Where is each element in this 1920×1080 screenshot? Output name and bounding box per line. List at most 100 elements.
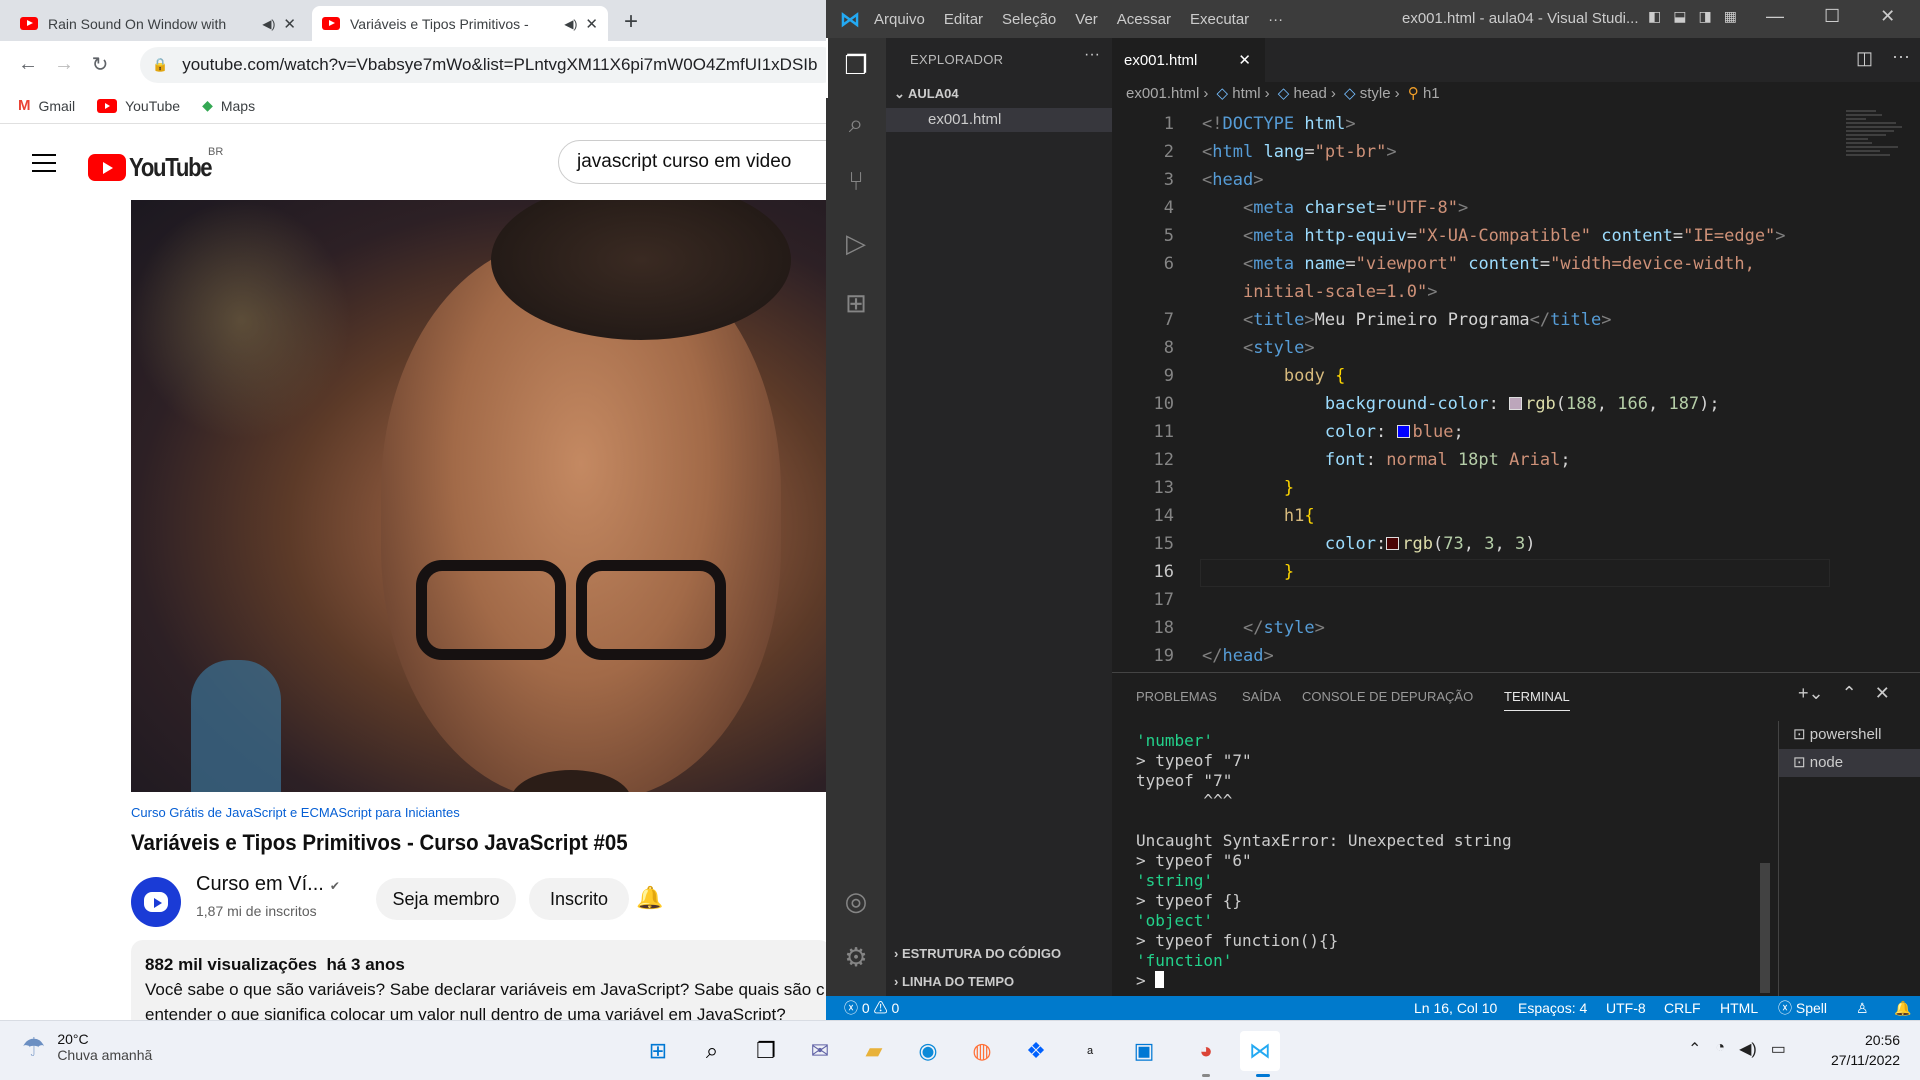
bell-icon[interactable]: 🔔 <box>636 885 663 911</box>
close-panel-icon[interactable]: ✕ <box>1875 683 1890 704</box>
customize-layout-icon[interactable]: ▦ <box>1724 8 1737 25</box>
battery-icon[interactable]: ▭ <box>1771 1039 1786 1059</box>
maximize-panel-icon[interactable]: ⌃ <box>1842 683 1857 704</box>
editor-tab-ex001[interactable]: ex001.html ✕ <box>1112 38 1265 82</box>
explorer-icon[interactable]: ❐ <box>836 50 876 81</box>
speaker-icon[interactable]: ◀) <box>564 17 577 31</box>
editor-more-icon[interactable]: ··· <box>1892 46 1910 67</box>
chevron-up-icon[interactable]: ⌃ <box>1688 1039 1701 1059</box>
forward-icon[interactable]: → <box>46 53 82 76</box>
cursor-position[interactable]: Ln 16, Col 10 <box>1414 996 1497 1020</box>
dropbox-icon[interactable]: ❖ <box>1016 1031 1056 1071</box>
search-icon[interactable]: ⌕ <box>836 108 876 140</box>
menu-selecao[interactable]: Seleção <box>1002 11 1056 28</box>
breadcrumb-style[interactable]: style <box>1360 85 1391 102</box>
terminal-scrollbar[interactable] <box>1760 863 1770 993</box>
description-box[interactable]: 882 mil visualizações há 3 anos Você sab… <box>131 940 826 1020</box>
reload-icon[interactable]: ↻ <box>82 52 118 77</box>
notifications-icon[interactable]: 🔔 <box>1894 996 1911 1020</box>
browser-tab-variaveis[interactable]: Variáveis e Tipos Primitivos - ◀) ✕ <box>312 6 608 41</box>
code-editor[interactable]: 1 <!DOCTYPE html> 2 <html lang="pt-br"> 3 <he… <box>1112 110 1920 672</box>
address-bar[interactable]: 🔒 youtube.com/watch?v=Vbabsye7mWo&list=P… <box>140 47 826 83</box>
channel-avatar[interactable] <box>131 877 181 927</box>
menu-arquivo[interactable]: Arquivo <box>874 11 925 28</box>
problems-status[interactable]: ⓧ 0 ⚠ 0 <box>844 996 899 1020</box>
teams-chat-icon[interactable]: ✉ <box>800 1031 840 1071</box>
menu-icon[interactable] <box>32 154 56 178</box>
terminal-output[interactable]: 'number' > typeof "7" typeof "7" ^^^ Uncau… <box>1136 731 1776 991</box>
back-icon[interactable]: ← <box>10 53 46 76</box>
wifi-icon[interactable]: ◔ <box>1715 1039 1725 1059</box>
language-mode[interactable]: HTML <box>1720 996 1758 1020</box>
playlist-link[interactable]: Curso Grátis de JavaScript e ECMAScript … <box>131 805 826 820</box>
tab-terminal[interactable]: TERMINAL <box>1504 689 1570 711</box>
file-explorer-icon[interactable]: ▰ <box>854 1031 894 1071</box>
file-ex001[interactable]: ex001.html <box>886 108 1112 132</box>
bookmark-youtube[interactable]: YouTube <box>97 98 180 114</box>
breadcrumb-html[interactable]: html <box>1232 85 1260 102</box>
chrome-icon[interactable]: ◕ <box>1186 1031 1226 1071</box>
toggle-sidebar-icon[interactable]: ◧ <box>1648 8 1661 25</box>
breadcrumb-h1[interactable]: h1 <box>1423 85 1440 102</box>
run-debug-icon[interactable]: ▷ <box>836 228 876 259</box>
menu-executar[interactable]: Executar <box>1190 11 1249 28</box>
youtube-logo[interactable]: YouTube BR <box>88 146 226 183</box>
terminal-node[interactable]: ⊡ node <box>1779 749 1920 777</box>
menu-acessar[interactable]: Acessar <box>1117 11 1171 28</box>
menu-ver[interactable]: Ver <box>1075 11 1098 28</box>
extensions-icon[interactable]: ⊞ <box>836 288 876 319</box>
search-input[interactable]: javascript curso em video <box>558 140 826 184</box>
video-player[interactable] <box>131 200 826 792</box>
outline-section[interactable]: › ESTRUTURA DO CÓDIGO <box>894 946 1061 961</box>
minimize-icon[interactable]: — <box>1766 6 1784 27</box>
tab-saida[interactable]: SAÍDA <box>1242 689 1281 704</box>
weather-widget[interactable]: ☂ 20°C Chuva amanhã <box>22 1031 152 1063</box>
task-view-icon[interactable]: ❐ <box>746 1031 786 1071</box>
join-button[interactable]: Seja membro <box>376 878 516 920</box>
tab-problemas[interactable]: PROBLEMAS <box>1136 689 1217 704</box>
close-editor-icon[interactable]: ✕ <box>1238 51 1251 69</box>
terminal-powershell[interactable]: ⊡ powershell <box>1779 721 1920 749</box>
breadcrumb-head[interactable]: head <box>1294 85 1327 102</box>
clock[interactable]: 20:56 27/11/2022 <box>1810 1030 1900 1070</box>
line-ending[interactable]: CRLF <box>1664 996 1701 1020</box>
amazon-icon[interactable]: a <box>1070 1031 1110 1071</box>
edge-icon[interactable]: ◉ <box>908 1031 948 1071</box>
close-window-icon[interactable]: ✕ <box>1880 6 1895 27</box>
search-taskbar-icon[interactable]: ⌕ <box>692 1031 732 1071</box>
tab-console-depuracao[interactable]: CONSOLE DE DEPURAÇÃO <box>1302 689 1473 704</box>
toggle-secondary-sidebar-icon[interactable]: ◨ <box>1698 8 1711 25</box>
settings-gear-icon[interactable]: ⚙ <box>836 942 876 973</box>
start-icon[interactable]: ⊞ <box>638 1031 678 1071</box>
firefox-icon[interactable]: ◍ <box>962 1031 1002 1071</box>
speaker-icon[interactable]: ◀) <box>262 17 275 31</box>
new-tab-button[interactable]: + <box>624 8 638 36</box>
more-actions-icon[interactable]: ··· <box>1084 46 1100 64</box>
feedback-icon[interactable]: ♙ <box>1856 996 1869 1020</box>
maximize-icon[interactable]: ☐ <box>1824 6 1840 27</box>
bookmark-maps[interactable]: ◆ Maps <box>202 97 255 114</box>
split-editor-icon[interactable]: ◫ <box>1856 48 1873 69</box>
timeline-section[interactable]: › LINHA DO TEMPO <box>894 974 1014 989</box>
new-terminal-icon[interactable]: +⌄ <box>1798 683 1824 704</box>
subscribed-button[interactable]: Inscrito <box>529 878 629 920</box>
menu-editar[interactable]: Editar <box>944 11 983 28</box>
vscode-taskbar-icon[interactable]: ⋈ <box>1240 1031 1280 1071</box>
volume-icon[interactable]: ◀) <box>1739 1039 1757 1059</box>
browser-tab-rain-sound[interactable]: Rain Sound On Window with ◀) ✕ <box>10 6 306 41</box>
close-tab-icon[interactable]: ✕ <box>585 15 598 33</box>
breadcrumb-file[interactable]: ex001.html <box>1126 85 1199 102</box>
close-tab-icon[interactable]: ✕ <box>283 15 296 33</box>
account-icon[interactable]: ◎ <box>836 886 876 917</box>
store-icon[interactable]: ▣ <box>1124 1031 1164 1071</box>
indentation[interactable]: Espaços: 4 <box>1518 996 1587 1020</box>
bookmark-gmail[interactable]: M Gmail <box>18 97 75 114</box>
spell-check[interactable]: ⓧ Spell <box>1778 996 1827 1020</box>
source-control-icon[interactable]: ⑂ <box>836 166 876 197</box>
encoding[interactable]: UTF-8 <box>1606 996 1646 1020</box>
channel-name[interactable]: Curso em Ví... ✔ <box>196 873 340 896</box>
menu-more[interactable]: ··· <box>1268 11 1283 28</box>
minimap[interactable] <box>1846 110 1906 180</box>
folder-aula04[interactable]: ⌄ AULA04 <box>894 86 959 102</box>
toggle-panel-icon[interactable]: ⬓ <box>1673 8 1686 25</box>
